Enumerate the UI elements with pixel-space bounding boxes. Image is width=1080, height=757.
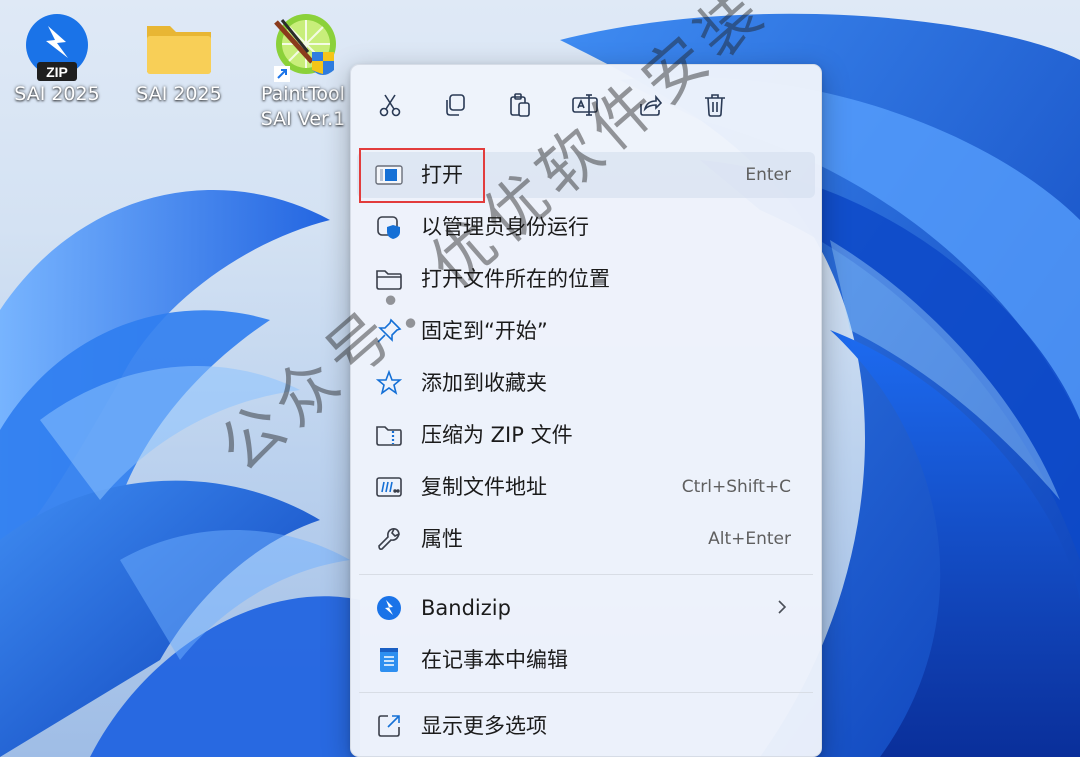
context-menu: 打开 Enter 以管理员身份运行 打开文件所在的位置 固定到“开始” 添加到收… — [350, 64, 822, 757]
desktop-icon-label: SAI 2025 — [14, 83, 100, 105]
show-more-icon — [375, 713, 403, 739]
bandizip-zip-archive-icon: ZIP — [22, 12, 92, 82]
menu-item-label: 以管理员身份运行 — [421, 215, 589, 239]
wrench-icon — [375, 526, 403, 552]
star-icon — [375, 370, 403, 396]
menu-item-open[interactable]: 打开 Enter — [357, 152, 815, 198]
menu-item-label: 压缩为 ZIP 文件 — [421, 423, 573, 447]
menu-item-shortcut: Ctrl+Shift+C — [681, 477, 791, 497]
folder-outline-icon — [375, 266, 403, 292]
pin-icon — [375, 318, 403, 344]
desktop-icon-label-line2: SAI Ver.1 — [260, 108, 346, 130]
menu-item-label: 复制文件地址 — [421, 475, 547, 499]
desktop-icon-painttool-sai[interactable]: PaintTool SAI Ver.1 — [248, 12, 358, 132]
share-button[interactable] — [628, 83, 672, 127]
scissors-icon — [379, 94, 401, 117]
menu-item-add-to-favorites[interactable]: 添加到收藏夹 — [357, 360, 815, 406]
shield-run-as-admin-icon — [375, 214, 403, 240]
desktop-icon-sai-zip[interactable]: ZIP SAI 2025 — [2, 12, 112, 107]
rename-icon — [572, 94, 598, 116]
menu-item-open-file-location[interactable]: 打开文件所在的位置 — [357, 256, 815, 302]
menu-separator — [359, 574, 813, 575]
menu-item-label: 打开文件所在的位置 — [421, 267, 610, 291]
menu-item-label: 属性 — [421, 527, 463, 551]
delete-button[interactable] — [693, 83, 737, 127]
menu-item-label: 打开 — [421, 163, 463, 187]
app-window-icon — [375, 162, 403, 188]
zip-badge-text: ZIP — [46, 64, 68, 80]
desktop-icon-sai-folder[interactable]: SAI 2025 — [124, 12, 234, 107]
menu-item-show-more-options[interactable]: 显示更多选项 — [357, 703, 815, 749]
bandizip-icon — [375, 595, 403, 621]
chevron-right-icon — [777, 599, 787, 619]
share-icon — [640, 94, 663, 116]
desktop[interactable]: ZIP SAI 2025 SAI 2025 PaintTool SAI Ver.… — [0, 0, 1080, 757]
zip-folder-icon — [375, 422, 403, 448]
menu-item-label: 在记事本中编辑 — [421, 648, 568, 672]
paste-button[interactable] — [498, 83, 542, 127]
desktop-icon-label-line1: PaintTool — [261, 83, 345, 105]
context-menu-toolbar — [351, 65, 821, 145]
folder-icon — [144, 12, 214, 82]
menu-item-bandizip[interactable]: Bandizip — [357, 585, 815, 631]
cut-button[interactable] — [368, 83, 412, 127]
menu-item-label: 添加到收藏夹 — [421, 371, 547, 395]
copy-icon — [446, 94, 465, 116]
menu-item-edit-in-notepad[interactable]: 在记事本中编辑 — [357, 637, 815, 683]
paste-icon — [510, 93, 530, 117]
menu-item-run-as-admin[interactable]: 以管理员身份运行 — [357, 204, 815, 250]
trash-icon — [705, 94, 725, 117]
painttool-sai-shortcut-icon — [268, 12, 338, 82]
notepad-icon — [375, 647, 403, 673]
menu-item-shortcut: Alt+Enter — [708, 529, 791, 549]
menu-item-label: Bandizip — [421, 596, 511, 620]
menu-item-properties[interactable]: 属性 Alt+Enter — [357, 516, 815, 562]
menu-item-shortcut: Enter — [745, 165, 791, 185]
menu-item-label: 显示更多选项 — [421, 714, 547, 738]
rename-button[interactable] — [563, 83, 607, 127]
menu-item-pin-to-start[interactable]: 固定到“开始” — [357, 308, 815, 354]
menu-item-label: 固定到“开始” — [421, 319, 548, 343]
copy-button[interactable] — [433, 83, 477, 127]
menu-item-compress-zip[interactable]: 压缩为 ZIP 文件 — [357, 412, 815, 458]
desktop-icon-label: SAI 2025 — [136, 83, 222, 105]
copy-path-icon — [375, 474, 403, 500]
menu-item-copy-path[interactable]: 复制文件地址 Ctrl+Shift+C — [357, 464, 815, 510]
menu-separator — [359, 692, 813, 693]
